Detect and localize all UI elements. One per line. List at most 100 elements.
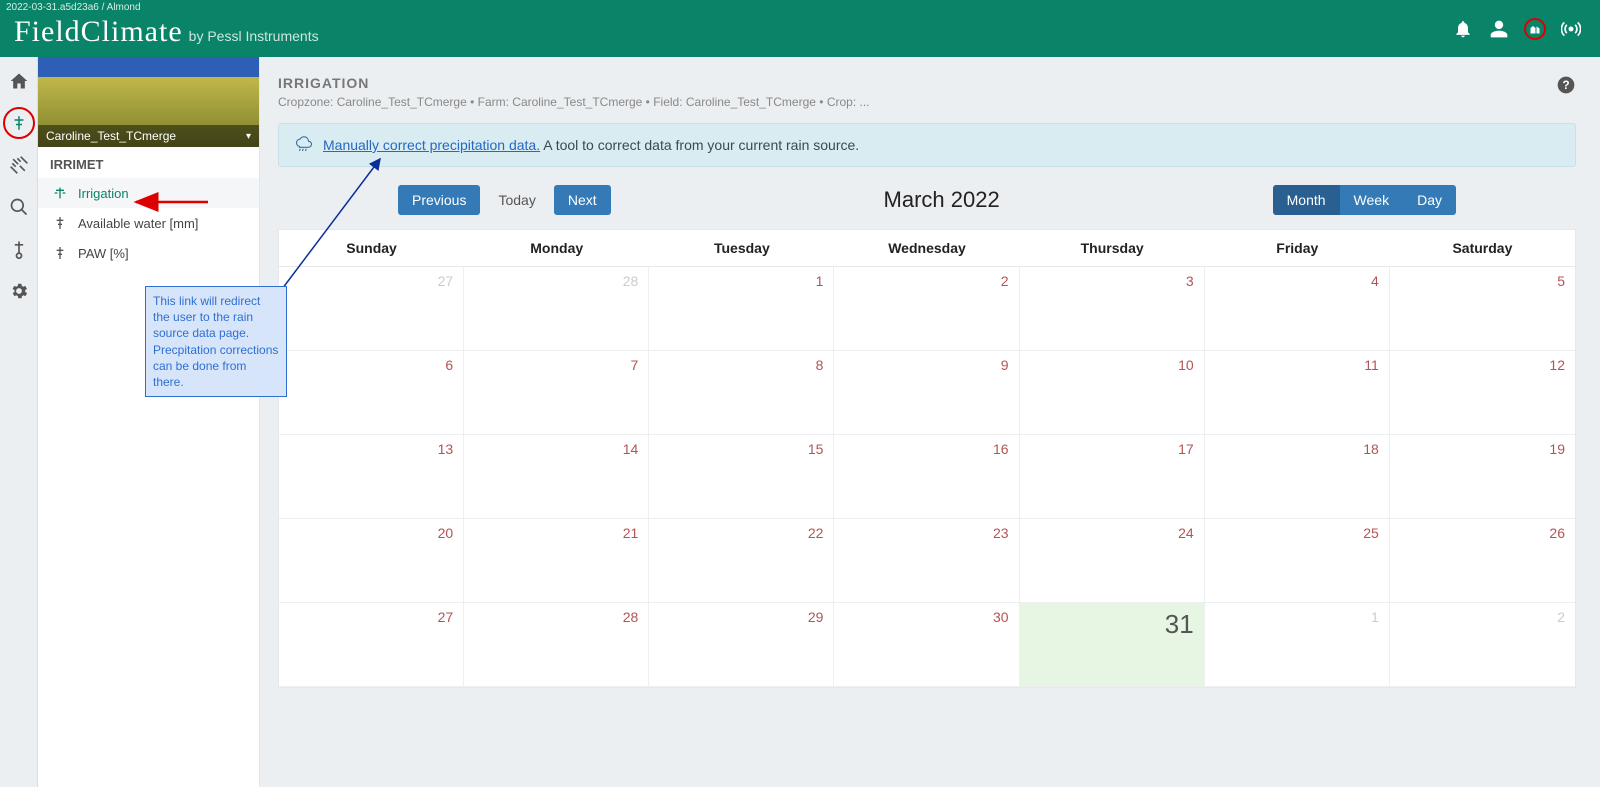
day-number: 13 bbox=[438, 441, 454, 457]
logo-sub: by Pessl Instruments bbox=[189, 28, 319, 44]
info-banner: Manually correct precipitation data. A t… bbox=[278, 123, 1576, 167]
calendar-cell[interactable]: 28 bbox=[464, 603, 649, 687]
satellite-icon[interactable] bbox=[3, 149, 35, 181]
calendar-cell[interactable]: 2 bbox=[1390, 603, 1575, 687]
day-number: 11 bbox=[1364, 357, 1379, 373]
today-button[interactable]: Today bbox=[484, 185, 549, 215]
day-number: 5 bbox=[1557, 273, 1565, 289]
calendar-cell[interactable]: 4 bbox=[1205, 267, 1390, 351]
previous-button[interactable]: Previous bbox=[398, 185, 480, 215]
day-number: 25 bbox=[1363, 525, 1379, 541]
day-number: 12 bbox=[1549, 357, 1565, 373]
sidebar-item-irrigation[interactable]: Irrigation bbox=[38, 178, 259, 208]
weekday-header: Monday bbox=[464, 230, 649, 267]
day-number: 28 bbox=[623, 273, 639, 289]
calendar-cell[interactable]: 5 bbox=[1390, 267, 1575, 351]
calendar-cell[interactable]: 26 bbox=[1390, 519, 1575, 603]
calendar-cell[interactable]: 14 bbox=[464, 435, 649, 519]
sprinkler-icon bbox=[52, 185, 68, 201]
calendar-cell[interactable]: 9 bbox=[834, 351, 1019, 435]
calendar-cell[interactable]: 1 bbox=[649, 267, 834, 351]
search-icon[interactable] bbox=[3, 191, 35, 223]
calendar-cell[interactable]: 31 bbox=[1020, 603, 1205, 687]
calendar-cell[interactable]: 27 bbox=[279, 603, 464, 687]
day-number: 2 bbox=[1557, 609, 1565, 625]
calendar-cell[interactable]: 2 bbox=[834, 267, 1019, 351]
calendar-cell[interactable]: 18 bbox=[1205, 435, 1390, 519]
calendar-cell[interactable]: 22 bbox=[649, 519, 834, 603]
calendar-cell[interactable]: 19 bbox=[1390, 435, 1575, 519]
calendar-cell[interactable]: 11 bbox=[1205, 351, 1390, 435]
calendar-cell[interactable]: 23 bbox=[834, 519, 1019, 603]
cropzone-name: Caroline_Test_TCmerge bbox=[46, 129, 176, 143]
day-number: 23 bbox=[993, 525, 1009, 541]
farm-icon[interactable] bbox=[1524, 18, 1546, 40]
day-number: 26 bbox=[1549, 525, 1565, 541]
sidebar-item-label: PAW [%] bbox=[78, 246, 129, 261]
bell-icon[interactable] bbox=[1452, 18, 1474, 40]
gauge-icon bbox=[52, 215, 68, 231]
day-number: 4 bbox=[1371, 273, 1379, 289]
day-number: 20 bbox=[438, 525, 454, 541]
logo[interactable]: FieldClimate by Pessl Instruments bbox=[14, 15, 319, 49]
calendar-cell[interactable]: 30 bbox=[834, 603, 1019, 687]
settings-icon[interactable] bbox=[3, 275, 35, 307]
calendar-cell[interactable]: 15 bbox=[649, 435, 834, 519]
weekday-header: Tuesday bbox=[649, 230, 834, 267]
cropzone-hero[interactable]: Caroline_Test_TCmerge ▾ bbox=[38, 57, 259, 147]
icon-rail bbox=[0, 57, 38, 787]
sensor-icon[interactable] bbox=[3, 233, 35, 265]
day-number: 1 bbox=[1371, 609, 1379, 625]
home-icon[interactable] bbox=[3, 65, 35, 97]
weekday-header: Friday bbox=[1205, 230, 1390, 267]
calendar-cell[interactable]: 13 bbox=[279, 435, 464, 519]
day-number: 3 bbox=[1186, 273, 1194, 289]
calendar-cell[interactable]: 3 bbox=[1020, 267, 1205, 351]
calendar-cell[interactable]: 6 bbox=[279, 351, 464, 435]
calendar-cell[interactable]: 29 bbox=[649, 603, 834, 687]
day-number: 15 bbox=[808, 441, 824, 457]
view-week-button[interactable]: Week bbox=[1340, 185, 1404, 215]
sidebar-item-available-water[interactable]: Available water [mm] bbox=[38, 208, 259, 238]
page-title: IRRIGATION bbox=[278, 75, 870, 91]
day-number: 28 bbox=[623, 609, 639, 625]
user-icon[interactable] bbox=[1488, 18, 1510, 40]
main-area: IRRIGATION Cropzone: Caroline_Test_TCmer… bbox=[260, 57, 1600, 787]
calendar-cell[interactable]: 27 bbox=[279, 267, 464, 351]
day-number: 9 bbox=[1001, 357, 1009, 373]
calendar-cell[interactable]: 20 bbox=[279, 519, 464, 603]
side-section-title: IRRIMET bbox=[38, 147, 259, 178]
day-number: 1 bbox=[816, 273, 824, 289]
calendar-cell[interactable]: 12 bbox=[1390, 351, 1575, 435]
calendar-cell[interactable]: 16 bbox=[834, 435, 1019, 519]
day-number: 2 bbox=[1001, 273, 1009, 289]
help-icon[interactable]: ? bbox=[1556, 75, 1576, 95]
calendar-cell[interactable]: 8 bbox=[649, 351, 834, 435]
view-month-button[interactable]: Month bbox=[1273, 185, 1340, 215]
calendar-cell[interactable]: 17 bbox=[1020, 435, 1205, 519]
next-button[interactable]: Next bbox=[554, 185, 611, 215]
view-day-button[interactable]: Day bbox=[1403, 185, 1456, 215]
irrigation-nav-icon[interactable] bbox=[3, 107, 35, 139]
calendar-cell[interactable]: 28 bbox=[464, 267, 649, 351]
banner-text: A tool to correct data from your current… bbox=[543, 137, 859, 153]
calendar-cell[interactable]: 10 bbox=[1020, 351, 1205, 435]
day-number: 22 bbox=[808, 525, 824, 541]
top-icons bbox=[1452, 18, 1590, 40]
sidebar-item-paw[interactable]: PAW [%] bbox=[38, 238, 259, 268]
day-number: 31 bbox=[1165, 609, 1194, 640]
calendar-cell[interactable]: 24 bbox=[1020, 519, 1205, 603]
calendar-cell[interactable]: 7 bbox=[464, 351, 649, 435]
view-toggle: Month Week Day bbox=[1273, 185, 1456, 215]
broadcast-icon[interactable] bbox=[1560, 18, 1582, 40]
calendar-cell[interactable]: 1 bbox=[1205, 603, 1390, 687]
calendar-cell[interactable]: 25 bbox=[1205, 519, 1390, 603]
day-number: 29 bbox=[808, 609, 824, 625]
day-number: 21 bbox=[623, 525, 639, 541]
correct-precip-link[interactable]: Manually correct precipitation data. bbox=[323, 137, 540, 153]
calendar-title: March 2022 bbox=[884, 187, 1000, 213]
calendar-cell[interactable]: 21 bbox=[464, 519, 649, 603]
version-label: 2022-03-31.a5d23a6 / Almond bbox=[6, 2, 141, 13]
gauge-icon bbox=[52, 245, 68, 261]
chevron-down-icon[interactable]: ▾ bbox=[246, 131, 251, 142]
